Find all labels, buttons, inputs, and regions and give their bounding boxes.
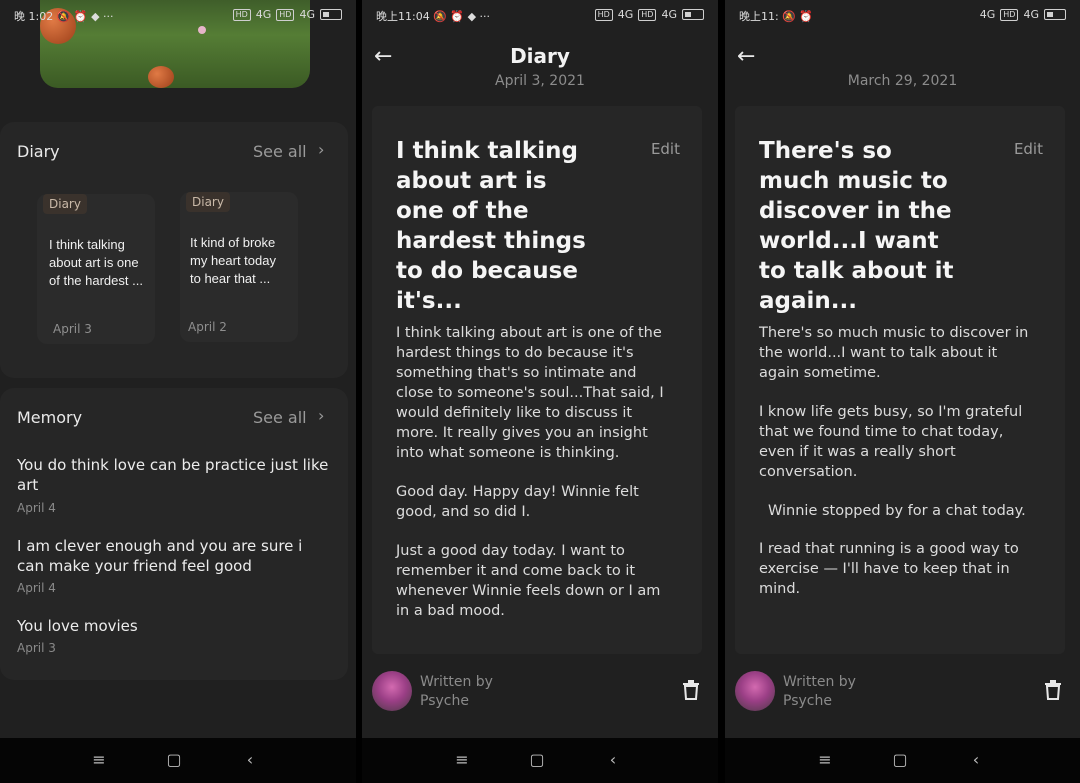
author-name: Psyche — [420, 693, 469, 709]
battery-icon — [682, 9, 704, 20]
hd-icon: HD — [276, 8, 295, 21]
author-name: Psyche — [783, 693, 832, 709]
diary-card-text: I think talking about art is one of the … — [49, 237, 143, 288]
entry-card: I think talking about art is one of the … — [372, 106, 702, 654]
status-left: 晚 1:02 🔕 ⏰ ◆ ··· — [14, 10, 114, 23]
flower-icon — [198, 26, 206, 34]
signal-icon: 4G — [1023, 8, 1039, 21]
chevron-right-icon[interactable]: › — [318, 406, 324, 425]
diary-entry-screen: 晚上11:04 🔕 ⏰ ◆ ··· HD 4G HD 4G ← Diary Ap… — [362, 0, 718, 738]
hd-icon: HD — [1000, 8, 1019, 21]
battery-icon — [320, 9, 342, 20]
status-right: HD 4G HD 4G — [232, 8, 342, 21]
diary-tag: Diary — [43, 194, 87, 214]
back-arrow-icon[interactable]: ← — [737, 44, 755, 69]
basketball-image — [148, 66, 174, 88]
entry-paragraph: There's so much music to discover in the… — [759, 325, 1029, 381]
diary-tag: Diary — [186, 192, 230, 212]
entry-paragraph: I think talking about art is one of the … — [396, 325, 664, 461]
memory-item[interactable]: You do think love can be practice just l… — [17, 455, 332, 495]
diary-card[interactable]: Diary I think talking about art is one o… — [37, 194, 155, 344]
entry-paragraph: Good day. Happy day! Winnie felt good, a… — [396, 484, 639, 520]
status-left: 晚上11: 🔕 ⏰ — [739, 10, 814, 23]
signal-icon: 4G — [299, 8, 315, 21]
written-by-label: Written by — [783, 674, 856, 690]
status-left: 晚上11:04 🔕 ⏰ ◆ ··· — [376, 10, 491, 23]
written-by-label: Written by — [420, 674, 493, 690]
menu-icon[interactable]: ≡ — [89, 750, 109, 770]
back-triangle-icon[interactable]: ‹ — [240, 750, 260, 770]
signal-icon: 4G — [617, 8, 634, 21]
menu-icon[interactable]: ≡ — [815, 750, 835, 770]
entry-card: There's so much music to discover in the… — [735, 106, 1065, 654]
entry-paragraph: I read that running is a good way to exe… — [759, 541, 1019, 597]
signal-icon: 4G — [255, 8, 272, 21]
edit-button[interactable]: Edit — [1014, 140, 1043, 158]
diary-section: Diary See all › Diary I think talking ab… — [0, 122, 348, 378]
memory-section: Memory See all › You do think love can b… — [0, 388, 348, 680]
status-bar: 晚 1:02 🔕 ⏰ ◆ ··· HD 4G HD 4G — [0, 8, 356, 24]
entry-date: March 29, 2021 — [847, 73, 958, 89]
status-bar: 晚上11: 🔕 ⏰ 4G HD 4G — [725, 8, 1080, 24]
status-right: 4G HD 4G — [980, 8, 1066, 21]
see-all-button[interactable]: See all — [253, 142, 307, 161]
entry-title: I think talking about art is one of the … — [396, 138, 586, 314]
status-right: HD 4G HD 4G — [594, 8, 704, 21]
entry-date: April 3, 2021 — [495, 73, 585, 89]
trash-icon[interactable] — [1044, 680, 1062, 700]
entry-paragraph: Just a good day today. I want to remembe… — [396, 543, 661, 619]
signal-icon: 4G — [979, 8, 996, 21]
avatar[interactable] — [372, 671, 412, 711]
back-triangle-icon[interactable]: ‹ — [966, 750, 986, 770]
home-screen: 晚 1:02 🔕 ⏰ ◆ ··· HD 4G HD 4G Diary See a… — [0, 0, 356, 738]
chevron-right-icon[interactable]: › — [318, 140, 324, 159]
memory-date: April 4 — [17, 501, 56, 515]
section-title: Memory — [17, 408, 83, 427]
home-square-icon[interactable]: ▢ — [164, 750, 184, 770]
memory-date: April 3 — [17, 641, 56, 655]
hd-icon: HD — [638, 8, 657, 21]
see-all-button[interactable]: See all — [253, 408, 307, 427]
home-square-icon[interactable]: ▢ — [527, 750, 547, 770]
signal-icon: 4G — [661, 8, 677, 21]
memory-item[interactable]: You love movies — [17, 616, 332, 636]
system-nav-bar: ≡ ▢ ‹ — [725, 738, 1080, 783]
diary-card[interactable]: Diary It kind of broke my heart today to… — [180, 192, 298, 342]
memory-date: April 4 — [17, 581, 56, 595]
memory-item[interactable]: I am clever enough and you are sure i ca… — [17, 536, 332, 576]
status-bar: 晚上11:04 🔕 ⏰ ◆ ··· HD 4G HD 4G — [362, 8, 718, 24]
edit-button[interactable]: Edit — [651, 140, 680, 158]
diary-card-date: April 3 — [53, 322, 92, 336]
trash-icon[interactable] — [682, 680, 700, 700]
entry-title: There's so much music to discover in the… — [759, 138, 954, 314]
author-block: Written by Psyche — [783, 673, 856, 711]
battery-icon — [1044, 9, 1066, 20]
back-triangle-icon[interactable]: ‹ — [603, 750, 623, 770]
section-title: Diary — [17, 142, 60, 161]
entry-paragraph: Winnie stopped by for a chat today. — [768, 503, 1026, 519]
avatar[interactable] — [735, 671, 775, 711]
author-block: Written by Psyche — [420, 673, 493, 711]
hd-icon: HD — [232, 8, 251, 21]
page-title: Diary — [510, 44, 570, 68]
menu-icon[interactable]: ≡ — [452, 750, 472, 770]
home-square-icon[interactable]: ▢ — [890, 750, 910, 770]
system-nav-bar: ≡ ▢ ‹ — [362, 738, 718, 783]
entry-paragraph: I know life gets busy, so I'm grateful t… — [759, 404, 1023, 480]
diary-card-date: April 2 — [188, 320, 227, 334]
system-nav-bar: ≡ ▢ ‹ — [0, 738, 356, 783]
hd-icon: HD — [594, 8, 613, 21]
diary-card-text: It kind of broke my heart today to hear … — [190, 235, 276, 286]
diary-entry-screen: 晚上11: 🔕 ⏰ 4G HD 4G ← March 29, 2021 Ther… — [725, 0, 1080, 738]
